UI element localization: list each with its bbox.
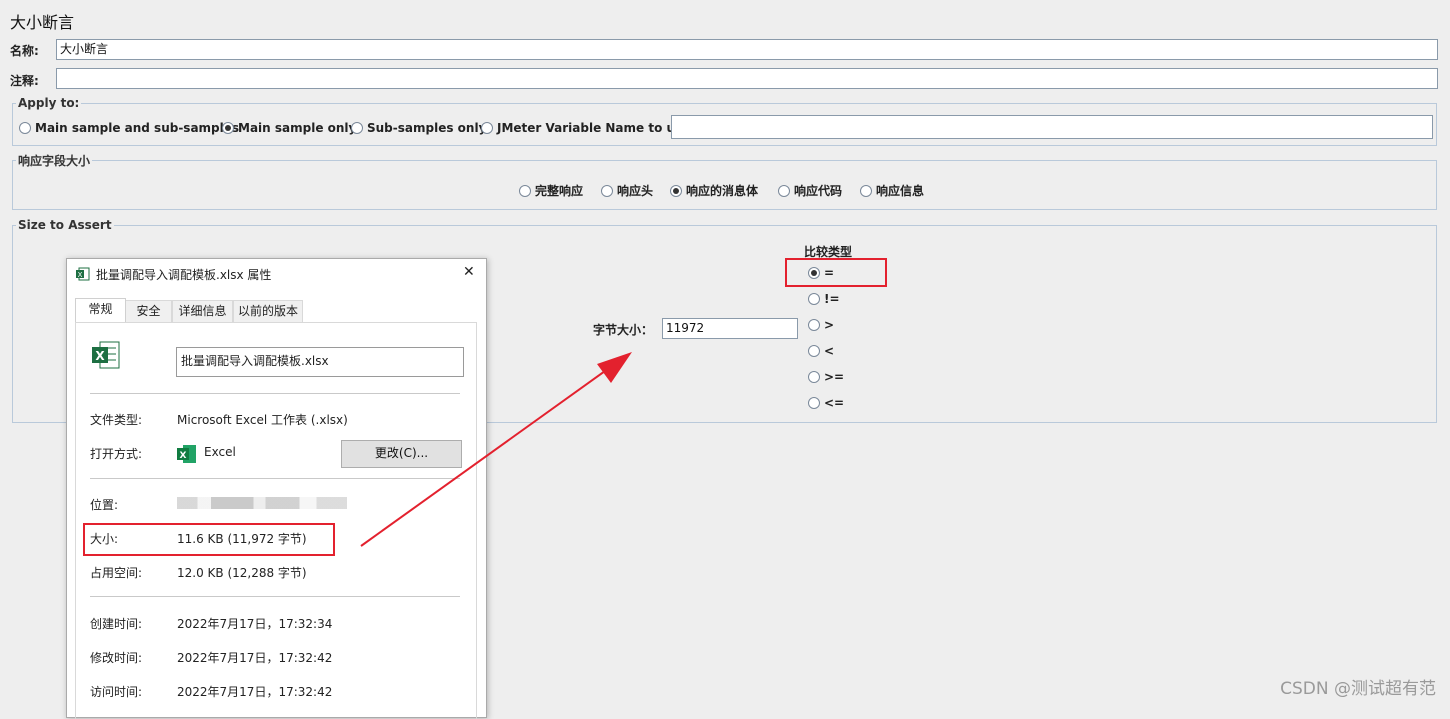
size-value: 11.6 KB (11,972 字节) bbox=[177, 532, 307, 546]
jmeter-variable-input[interactable] bbox=[671, 115, 1433, 139]
comment-field[interactable] bbox=[56, 68, 1438, 89]
response-field-group: 响应字段大小 bbox=[12, 152, 1437, 210]
byte-size-label: 字节大小： bbox=[593, 323, 654, 337]
change-button[interactable]: 更改(C)... bbox=[341, 440, 462, 468]
excel-file-icon: X bbox=[76, 267, 90, 284]
compare-gt-radio[interactable]: > bbox=[808, 318, 834, 332]
radio-selected-icon bbox=[670, 184, 682, 197]
radio-label: Main sample only bbox=[238, 121, 357, 135]
tab-general[interactable]: 常规 bbox=[75, 298, 126, 322]
separator bbox=[90, 478, 460, 479]
radio-icon bbox=[19, 122, 31, 134]
open-with-value: Excel bbox=[204, 445, 236, 459]
radio-label: 响应的消息体 bbox=[686, 184, 759, 198]
size-label: 大小: bbox=[90, 532, 119, 546]
radio-selected-icon bbox=[222, 122, 234, 134]
radio-label: JMeter Variable Name to use bbox=[497, 121, 691, 135]
svg-text:X: X bbox=[180, 451, 187, 461]
apply-jmeter-variable-radio[interactable]: JMeter Variable Name to use bbox=[481, 121, 690, 135]
disk-size-value: 12.0 KB (12,288 字节) bbox=[177, 566, 307, 580]
excel-large-icon: X bbox=[92, 341, 120, 374]
radio-icon bbox=[808, 345, 820, 357]
apply-main-only-radio[interactable]: Main sample only bbox=[222, 121, 356, 135]
disk-size-label: 占用空间: bbox=[90, 566, 143, 580]
created-label: 创建时间: bbox=[90, 617, 143, 631]
radio-label: != bbox=[824, 292, 840, 306]
response-headers-radio[interactable]: 响应头 bbox=[601, 182, 653, 199]
dialog-title: 批量调配导入调配模板.xlsx 属性 bbox=[96, 268, 272, 282]
close-icon[interactable]: ✕ bbox=[463, 264, 475, 280]
comment-label: 注释: bbox=[10, 74, 39, 88]
file-properties-dialog: X 批量调配导入调配模板.xlsx 属性 ✕ 常规 安全 详细信息 以前的版本 … bbox=[66, 258, 487, 719]
accessed-value: 2022年7月17日，17:32:42 bbox=[177, 685, 333, 699]
apply-sub-only-radio[interactable]: Sub-samples only bbox=[351, 121, 486, 135]
radio-label: > bbox=[824, 318, 835, 332]
radio-label: >= bbox=[824, 370, 845, 384]
highlight-box-equals bbox=[785, 258, 887, 287]
svg-text:X: X bbox=[95, 349, 105, 363]
open-with-label: 打开方式: bbox=[90, 447, 143, 461]
byte-size-input[interactable]: 11972 bbox=[662, 318, 798, 339]
file-type-value: Microsoft Excel 工作表 (.xlsx) bbox=[177, 413, 348, 427]
file-name-field[interactable]: 批量调配导入调配模板.xlsx bbox=[176, 347, 464, 377]
location-value-blurred bbox=[177, 497, 347, 509]
compare-ge-radio[interactable]: >= bbox=[808, 370, 844, 384]
radio-icon bbox=[481, 122, 493, 134]
radio-icon bbox=[808, 397, 820, 409]
location-label: 位置: bbox=[90, 498, 119, 512]
radio-selected-icon bbox=[808, 267, 820, 279]
radio-icon bbox=[808, 293, 820, 305]
modified-value: 2022年7月17日，17:32:42 bbox=[177, 651, 333, 665]
radio-icon bbox=[778, 184, 790, 197]
tab-details[interactable]: 详细信息 bbox=[172, 300, 233, 322]
radio-label: <= bbox=[824, 396, 845, 410]
tab-previous-versions[interactable]: 以前的版本 bbox=[233, 300, 303, 322]
response-message-radio[interactable]: 响应信息 bbox=[860, 182, 924, 199]
radio-label: 响应信息 bbox=[876, 184, 925, 198]
response-body-radio[interactable]: 响应的消息体 bbox=[670, 182, 758, 199]
apply-to-legend: Apply to: bbox=[18, 96, 80, 110]
radio-icon bbox=[601, 184, 613, 197]
watermark: CSDN @测试超有范 bbox=[1280, 679, 1436, 699]
tab-security[interactable]: 安全 bbox=[125, 300, 172, 322]
compare-eq-radio[interactable]: = bbox=[808, 266, 834, 280]
radio-label: Main sample and sub-samples bbox=[35, 121, 240, 135]
name-label: 名称: bbox=[10, 44, 39, 58]
radio-icon bbox=[351, 122, 363, 134]
svg-text:X: X bbox=[78, 271, 83, 279]
accessed-label: 访问时间: bbox=[90, 685, 143, 699]
response-full-radio[interactable]: 完整响应 bbox=[519, 182, 583, 199]
radio-label: 响应代码 bbox=[794, 184, 843, 198]
radio-label: < bbox=[824, 344, 835, 358]
size-to-assert-legend: Size to Assert bbox=[18, 218, 112, 232]
file-type-label: 文件类型: bbox=[90, 413, 143, 427]
radio-icon bbox=[808, 371, 820, 383]
radio-label: 响应头 bbox=[617, 184, 654, 198]
separator bbox=[90, 393, 460, 394]
page-title: 大小断言 bbox=[10, 13, 75, 32]
response-code-radio[interactable]: 响应代码 bbox=[778, 182, 842, 199]
radio-label: Sub-samples only bbox=[367, 121, 487, 135]
compare-le-radio[interactable]: <= bbox=[808, 396, 844, 410]
radio-icon bbox=[860, 184, 872, 197]
radio-icon bbox=[808, 319, 820, 331]
excel-app-icon: X bbox=[177, 444, 197, 467]
apply-main-and-sub-radio[interactable]: Main sample and sub-samples bbox=[19, 121, 239, 135]
compare-lt-radio[interactable]: < bbox=[808, 344, 834, 358]
name-field[interactable]: 大小断言 bbox=[56, 39, 1438, 60]
radio-icon bbox=[519, 184, 531, 197]
modified-label: 修改时间: bbox=[90, 651, 143, 665]
created-value: 2022年7月17日，17:32:34 bbox=[177, 617, 333, 631]
radio-label: 完整响应 bbox=[535, 184, 584, 198]
radio-label: = bbox=[824, 266, 835, 280]
compare-ne-radio[interactable]: != bbox=[808, 292, 840, 306]
separator bbox=[90, 596, 460, 597]
response-field-legend: 响应字段大小 bbox=[18, 154, 91, 168]
